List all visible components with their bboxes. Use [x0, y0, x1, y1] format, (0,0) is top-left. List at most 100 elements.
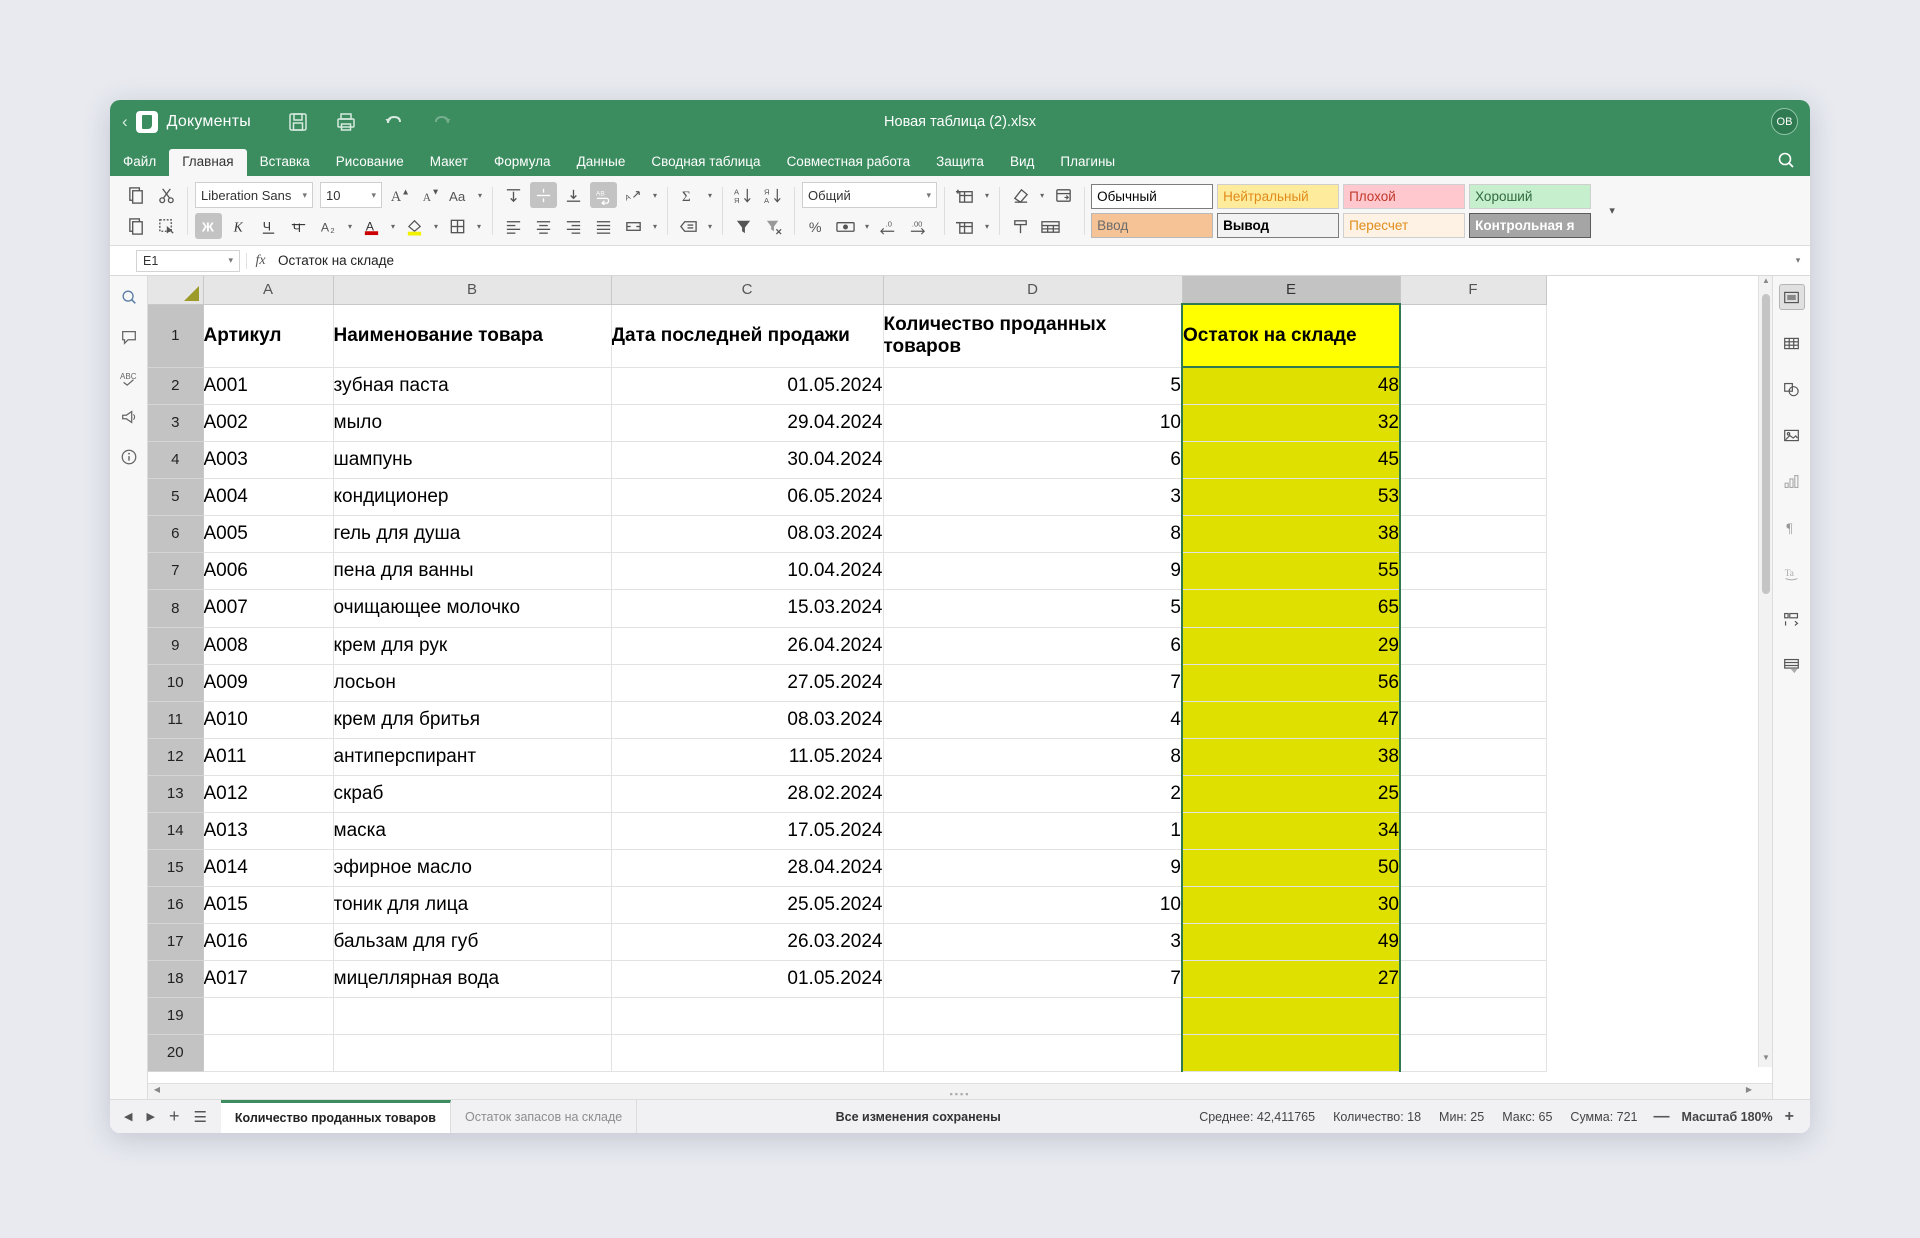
cell-D9[interactable]: 6 [883, 627, 1183, 665]
cell-E9[interactable]: 29 [1181, 627, 1401, 665]
style-normal[interactable]: Обычный [1091, 183, 1214, 209]
cell-E6[interactable]: 38 [1181, 515, 1401, 553]
font-size-input[interactable]: 10 ▾ [320, 182, 382, 208]
cell-A12[interactable]: A011 [203, 738, 334, 776]
align-middle-button[interactable] [530, 182, 558, 208]
chart-settings-icon[interactable] [1779, 468, 1805, 494]
tab-layout[interactable]: Макет [417, 149, 481, 177]
cell-E12[interactable]: 38 [1181, 738, 1401, 776]
cell-A13[interactable]: A012 [203, 775, 334, 813]
cell-F7[interactable] [1400, 552, 1547, 590]
row-header-9[interactable]: 9 [148, 627, 204, 665]
row-header-12[interactable]: 12 [148, 738, 204, 776]
text-art-icon[interactable]: Ta [1779, 560, 1805, 586]
cell-B13[interactable]: скраб [333, 775, 612, 813]
style-neutral[interactable]: Нейтральный [1217, 183, 1340, 209]
cell-B9[interactable]: крем для рук [333, 627, 612, 665]
align-top-button[interactable] [500, 182, 527, 208]
prev-sheet-button[interactable]: ◀ [124, 1110, 132, 1123]
pivot-icon[interactable] [1779, 652, 1805, 678]
chevron-down-icon[interactable]: ▾ [345, 222, 355, 231]
cell-C16[interactable]: 25.05.2024 [611, 886, 884, 924]
cell-E15[interactable]: 50 [1181, 849, 1401, 887]
cell-A15[interactable]: A014 [203, 849, 334, 887]
cell-A17[interactable]: A016 [203, 923, 334, 961]
wrap-text-button[interactable]: AB [590, 182, 618, 208]
row-header-14[interactable]: 14 [148, 812, 204, 850]
tab-collaboration[interactable]: Совместная работа [774, 149, 924, 177]
change-case-button[interactable]: Aa [445, 182, 472, 208]
vertical-scrollbar[interactable]: ▲ ▼ [1758, 276, 1772, 1067]
increase-decimal-button[interactable]: .00 [905, 213, 932, 239]
cell-B14[interactable]: маска [333, 812, 612, 850]
back-icon[interactable]: ‹ [122, 112, 128, 132]
cell-C6[interactable]: 08.03.2024 [611, 515, 884, 553]
column-header-e[interactable]: E [1182, 276, 1401, 305]
cell-B12[interactable]: антиперспирант [333, 738, 612, 776]
cell-F4[interactable] [1400, 441, 1547, 479]
cell-A9[interactable]: A008 [203, 627, 334, 665]
redo-icon[interactable] [431, 111, 453, 133]
row-header-13[interactable]: 13 [148, 775, 204, 813]
column-header-b[interactable]: B [333, 276, 612, 305]
chevron-down-icon[interactable]: ▾ [1037, 191, 1047, 200]
about-icon[interactable] [116, 444, 142, 470]
scroll-right-icon[interactable]: ▶ [1742, 1085, 1756, 1099]
search-icon[interactable] [116, 284, 142, 310]
style-bad[interactable]: Плохой [1343, 183, 1466, 209]
next-sheet-button[interactable]: ▶ [146, 1110, 154, 1123]
cell-d1[interactable]: Количество проданных товаров [883, 304, 1183, 368]
cell-B6[interactable]: гель для душа [333, 515, 612, 553]
chevron-down-icon[interactable]: ▾ [475, 191, 485, 200]
increase-font-size-button[interactable]: A▲ [385, 182, 412, 208]
tab-drawing[interactable]: Рисование [323, 149, 417, 177]
cell-E8[interactable]: 65 [1181, 589, 1401, 628]
cell-E13[interactable]: 25 [1181, 775, 1401, 813]
cell-B4[interactable]: шампунь [333, 441, 612, 479]
style-output[interactable]: Вывод [1217, 212, 1340, 238]
cell-a1[interactable]: Артикул [203, 304, 334, 368]
decrease-decimal-button[interactable]: .0 [875, 213, 902, 239]
cell-D12[interactable]: 8 [883, 738, 1183, 776]
font-family-input[interactable]: Liberation Sans ▾ [195, 182, 313, 208]
cell-A4[interactable]: A003 [203, 441, 334, 479]
justify-button[interactable] [590, 213, 617, 239]
column-header-c[interactable]: C [611, 276, 884, 305]
cell-D7[interactable]: 9 [883, 552, 1183, 590]
paste-button[interactable] [123, 213, 150, 239]
autosum-button[interactable]: Σ [675, 182, 702, 208]
chevron-down-icon[interactable]: ▾ [982, 191, 992, 200]
cell-B5[interactable]: кондиционер [333, 478, 612, 516]
cell-E16[interactable]: 30 [1181, 886, 1401, 924]
cell-C14[interactable]: 17.05.2024 [611, 812, 884, 850]
cell-C15[interactable]: 28.04.2024 [611, 849, 884, 887]
cell-D10[interactable]: 7 [883, 664, 1183, 702]
row-header-18[interactable]: 18 [148, 960, 204, 998]
row-header-1[interactable]: 1 [148, 304, 204, 368]
cell-D16[interactable]: 10 [883, 886, 1183, 924]
cell-B8[interactable]: очищающее молочко [333, 589, 612, 628]
cell-C4[interactable]: 30.04.2024 [611, 441, 884, 479]
row-header-7[interactable]: 7 [148, 552, 204, 590]
column-header-f[interactable]: F [1400, 276, 1547, 305]
cell-B16[interactable]: тоник для лица [333, 886, 612, 924]
save-icon[interactable] [287, 111, 309, 133]
cell-C20[interactable] [611, 1034, 884, 1072]
table-settings-icon[interactable] [1779, 330, 1805, 356]
strikethrough-button[interactable]: Ч [285, 213, 312, 239]
cell-C5[interactable]: 06.05.2024 [611, 478, 884, 516]
cell-F17[interactable] [1400, 923, 1547, 961]
chevron-down-icon[interactable]: ▾ [982, 222, 992, 231]
italic-button[interactable]: К [225, 213, 252, 239]
row-header-11[interactable]: 11 [148, 701, 204, 739]
scroll-down-icon[interactable]: ▼ [1759, 1053, 1772, 1067]
clear-format-button[interactable] [1007, 182, 1034, 208]
tab-home[interactable]: Главная [169, 148, 247, 176]
spellcheck-icon[interactable]: ABC [116, 364, 142, 390]
row-header-6[interactable]: 6 [148, 515, 204, 553]
cell-F8[interactable] [1400, 589, 1547, 628]
subscript-button[interactable]: A2 [315, 213, 342, 239]
cell-F14[interactable] [1400, 812, 1547, 850]
image-settings-icon[interactable] [1779, 422, 1805, 448]
horizontal-scrollbar[interactable]: ▪▪▪▪ ◀ ▶ [148, 1083, 1772, 1099]
